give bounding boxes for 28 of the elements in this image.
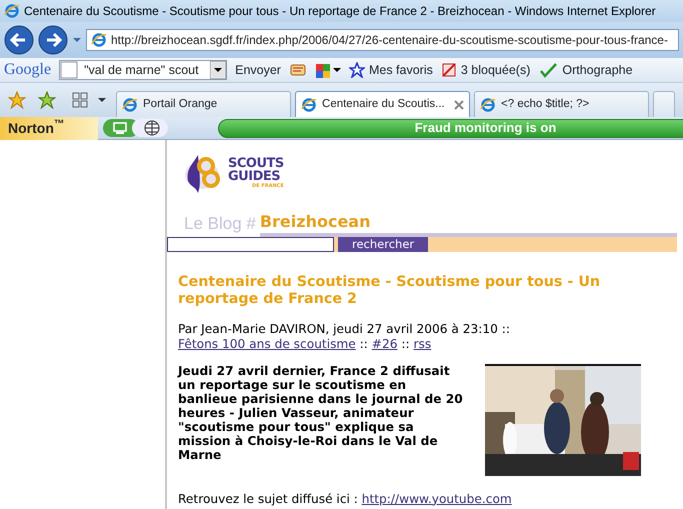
window-title: Centenaire du Scoutisme - Scoutisme pour tous - Un reportage de France 2 - Breizhocean - Windows Internet Explorer [24, 3, 656, 20]
address-bar[interactable]: http://breizhocean.sgdf.fr/index.php/2006/04/27/26-centenaire-du-scoutisme-scoutisme-pour-tous-france- [86, 29, 679, 51]
spell-check-button[interactable]: Orthographe [538, 60, 633, 80]
post-title: Centenaire du Scoutisme - Scoutisme pour tous - Un reportage de France 2 [178, 274, 602, 308]
search-field[interactable]: "val de marne" scout [59, 60, 228, 80]
post-link[interactable]: #26 [372, 336, 398, 350]
popup-blocker-button[interactable]: 3 bloquée(s) [440, 60, 530, 80]
blog-prefix: Le Blog # [184, 213, 256, 235]
fraud-status-bar: Fraud monitoring is on [218, 118, 683, 138]
post-meta: Par Jean-Marie DAVIRON, jeudi 27 avril 2006 à 23:10 :: Fêtons 100 ans de scoutisme :: #26 :: rss [178, 322, 511, 352]
browser-tab[interactable]: Centenaire du Scoutis... [295, 91, 470, 117]
post-lead: Jeudi 27 avril dernier, France 2 diffusait un reportage sur le scoutisme en banlieue parisienne dans le journal de 20 heures - Julien Vasseur, animateur "scoutisme pour tous" explique sa mission à Choisy-le-Roi dans le Val de Marne [178, 364, 463, 464]
norton-logo: Norton$^{™}$ [8, 118, 64, 138]
url-text: http://breizhocean.sgdf.fr/index.php/2006/04/27/26-centenaire-du-scoutisme-scoutisme-pour-tous-france- [111, 32, 668, 49]
search-value: "val de marne" scout [83, 62, 200, 79]
youtube-link[interactable]: http://www.youtube.com [362, 492, 512, 506]
post-footer: Retrouvez le sujet diffusé ici : http://www.youtube.com [178, 490, 677, 508]
post-link[interactable]: Fêtons 100 ans de scoutisme [178, 336, 356, 350]
search-button[interactable]: rechercher [338, 236, 428, 252]
browser-tab[interactable]: Portail Orange [116, 91, 292, 117]
logo-text: GUIDES [228, 170, 280, 183]
blog-name: Breizhocean [260, 212, 370, 232]
favorites-button[interactable]: Mes favoris [348, 60, 433, 80]
google-logo: Google [4, 60, 52, 80]
browser-tab[interactable]: <? echo $title; ?> [474, 91, 650, 117]
post-link[interactable]: rss [413, 336, 432, 350]
logo-text: SCOUTS [228, 157, 284, 170]
send-button[interactable]: Envoyer [235, 60, 281, 80]
